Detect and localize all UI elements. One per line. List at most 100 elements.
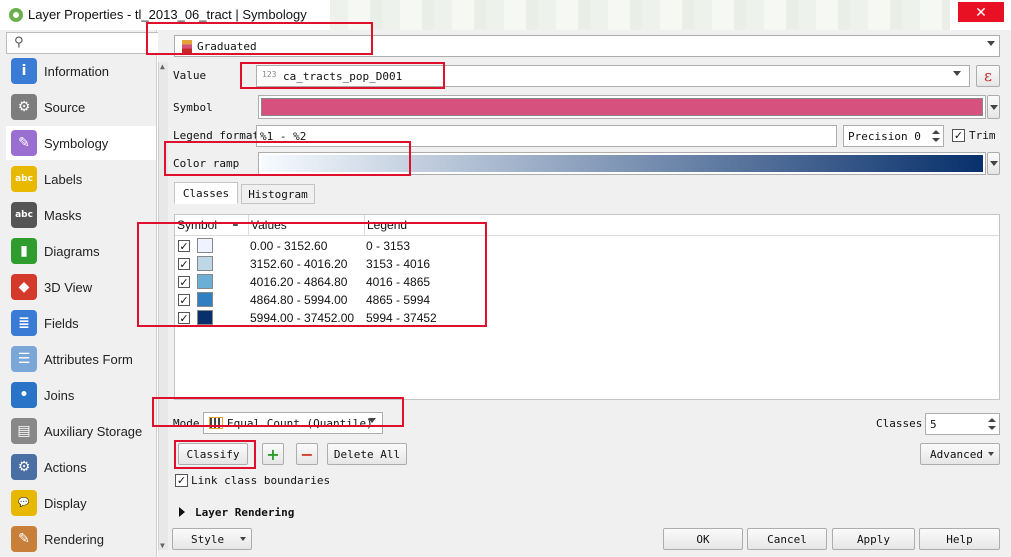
- table-row[interactable]: ✓ 4864.80 - 5994.00 4865 - 5994: [175, 291, 999, 309]
- renderer-select[interactable]: Graduated: [174, 35, 1000, 57]
- table-row[interactable]: ✓ 0.00 - 3152.60 0 - 3153: [175, 237, 999, 255]
- value-field-name: ca_tracts_pop_D001: [283, 70, 403, 83]
- class-values-cell[interactable]: 3152.60 - 4016.20: [250, 257, 347, 271]
- symbology-brush-icon: ✎: [11, 130, 37, 156]
- trim-checkbox[interactable]: ✓: [952, 129, 965, 142]
- scroll-down-icon[interactable]: ▼: [160, 541, 165, 550]
- table-row[interactable]: ✓ 5994.00 - 37452.00 5994 - 37452: [175, 309, 999, 327]
- sidebar-item-label: Auxiliary Storage: [44, 423, 143, 439]
- class-legend-cell[interactable]: 5994 - 37452: [366, 311, 437, 325]
- class-visible-checkbox[interactable]: ✓: [178, 294, 190, 306]
- source-wrench-icon: ⚙: [11, 94, 37, 120]
- mode-value: Equal Count (Quantile): [227, 417, 373, 430]
- fields-icon: ≣: [11, 310, 37, 336]
- symbol-button[interactable]: [258, 95, 986, 119]
- tab-histogram[interactable]: Histogram: [241, 184, 315, 204]
- advanced-menu-button[interactable]: Advanced: [920, 443, 1000, 465]
- numeric-type-badge: 123: [262, 70, 277, 79]
- column-header-values[interactable]: Values: [249, 215, 365, 236]
- sidebar-item-label: Actions: [44, 459, 87, 475]
- scroll-up-icon[interactable]: ▲: [160, 62, 165, 71]
- mode-select[interactable]: Equal Count (Quantile): [203, 412, 383, 434]
- sidebar-item-attributes-form[interactable]: ☰ Attributes Form: [6, 342, 156, 376]
- class-visible-checkbox[interactable]: ✓: [178, 312, 190, 324]
- joins-icon: •: [11, 382, 37, 408]
- sidebar-item-source[interactable]: ⚙ Source: [6, 90, 156, 124]
- search-input[interactable]: ⚲: [6, 32, 170, 54]
- sidebar-item-3d-view[interactable]: ◆ 3D View: [6, 270, 156, 304]
- sidebar-item-label: Display: [44, 495, 87, 511]
- class-visible-checkbox[interactable]: ✓: [178, 276, 190, 288]
- tab-classes[interactable]: Classes: [174, 182, 238, 204]
- classes-spinbox[interactable]: 5: [925, 413, 1000, 435]
- color-ramp-gradient: [261, 155, 983, 172]
- table-row[interactable]: ✓ 3152.60 - 4016.20 3153 - 4016: [175, 255, 999, 273]
- legend-format-input[interactable]: %1 - %2: [256, 125, 837, 147]
- legend-format-label: Legend format: [173, 129, 260, 142]
- class-visible-checkbox[interactable]: ✓: [178, 240, 190, 252]
- expand-arrow-icon[interactable]: [179, 507, 185, 517]
- spin-up-icon[interactable]: [988, 418, 996, 422]
- class-symbol-swatch[interactable]: [197, 256, 213, 271]
- class-values-cell[interactable]: 4864.80 - 5994.00: [250, 293, 347, 307]
- sidebar-item-display[interactable]: 💬 Display: [6, 486, 156, 520]
- class-symbol-swatch[interactable]: [197, 292, 213, 307]
- title-bar: Layer Properties - tl_2013_06_tract | Sy…: [0, 0, 1011, 30]
- sidebar-item-auxiliary-storage[interactable]: ▤ Auxiliary Storage: [6, 414, 156, 448]
- help-button[interactable]: Help: [919, 528, 1000, 550]
- sidebar-item-symbology[interactable]: ✎ Symbology: [6, 126, 156, 160]
- precision-value: Precision 0: [848, 130, 921, 143]
- chevron-down-icon: [988, 452, 994, 456]
- color-ramp-button[interactable]: [258, 152, 986, 175]
- color-ramp-dropdown[interactable]: [987, 152, 1000, 175]
- class-visible-checkbox[interactable]: ✓: [178, 258, 190, 270]
- style-menu-button[interactable]: Style: [172, 528, 252, 550]
- sidebar-item-label: Information: [44, 63, 110, 79]
- value-field-select[interactable]: 123 ca_tracts_pop_D001: [256, 65, 970, 87]
- panel-scrollbar[interactable]: ▲ ▼: [158, 62, 168, 550]
- class-values-cell[interactable]: 5994.00 - 37452.00: [250, 311, 354, 325]
- chevron-down-icon: [987, 41, 995, 46]
- close-button[interactable]: ✕: [958, 2, 1004, 22]
- table-row[interactable]: ✓ 4016.20 - 4864.80 4016 - 4865: [175, 273, 999, 291]
- class-symbol-swatch[interactable]: [197, 310, 213, 325]
- remove-class-button[interactable]: −: [296, 443, 318, 465]
- column-header-legend[interactable]: Legend: [365, 215, 999, 236]
- cancel-button[interactable]: Cancel: [747, 528, 827, 550]
- precision-spinbox[interactable]: Precision 0: [843, 125, 944, 147]
- class-values-cell[interactable]: 4016.20 - 4864.80: [250, 275, 347, 289]
- sidebar-item-diagrams[interactable]: ▮ Diagrams: [6, 234, 156, 268]
- link-boundaries-checkbox[interactable]: ✓: [175, 474, 188, 487]
- delete-all-button[interactable]: Delete All: [327, 443, 407, 465]
- class-legend-cell[interactable]: 0 - 3153: [366, 239, 410, 253]
- expression-button[interactable]: ε: [976, 65, 1000, 87]
- sidebar: ⚲ i Information ⚙ Source ✎ Symbology abc Labels…: [0, 30, 170, 557]
- style-label: Style: [191, 532, 225, 546]
- epsilon-icon: ε: [984, 67, 992, 85]
- class-legend-cell[interactable]: 4016 - 4865: [366, 275, 430, 289]
- sidebar-item-label: Fields: [44, 315, 79, 331]
- sidebar-item-fields[interactable]: ≣ Fields: [6, 306, 156, 340]
- layer-rendering-section[interactable]: Layer Rendering: [195, 506, 294, 519]
- class-symbol-swatch[interactable]: [197, 274, 213, 289]
- class-legend-cell[interactable]: 3153 - 4016: [366, 257, 430, 271]
- spin-down-icon[interactable]: [988, 426, 996, 430]
- sidebar-item-masks[interactable]: abc Masks: [6, 198, 156, 232]
- sidebar-item-joins[interactable]: • Joins: [6, 378, 156, 412]
- classes-table[interactable]: Symbol Values Legend ▬ ✓ 0.00 - 3152.60 0 …: [174, 214, 1000, 400]
- spin-up-icon[interactable]: [932, 130, 940, 134]
- add-class-button[interactable]: +: [262, 443, 284, 465]
- ok-button[interactable]: OK: [663, 528, 743, 550]
- symbol-dropdown[interactable]: [987, 95, 1000, 119]
- classify-button[interactable]: Classify: [178, 443, 248, 465]
- class-legend-cell[interactable]: 4865 - 5994: [366, 293, 430, 307]
- sidebar-item-actions[interactable]: ⚙ Actions: [6, 450, 156, 484]
- sidebar-item-rendering[interactable]: ✎ Rendering: [6, 522, 156, 556]
- sidebar-item-labels[interactable]: abc Labels: [6, 162, 156, 196]
- sidebar-item-information[interactable]: i Information: [6, 54, 156, 88]
- auxiliary-storage-icon: ▤: [11, 418, 37, 444]
- spin-down-icon[interactable]: [932, 138, 940, 142]
- class-symbol-swatch[interactable]: [197, 238, 213, 253]
- apply-button[interactable]: Apply: [832, 528, 915, 550]
- class-values-cell[interactable]: 0.00 - 3152.60: [250, 239, 327, 253]
